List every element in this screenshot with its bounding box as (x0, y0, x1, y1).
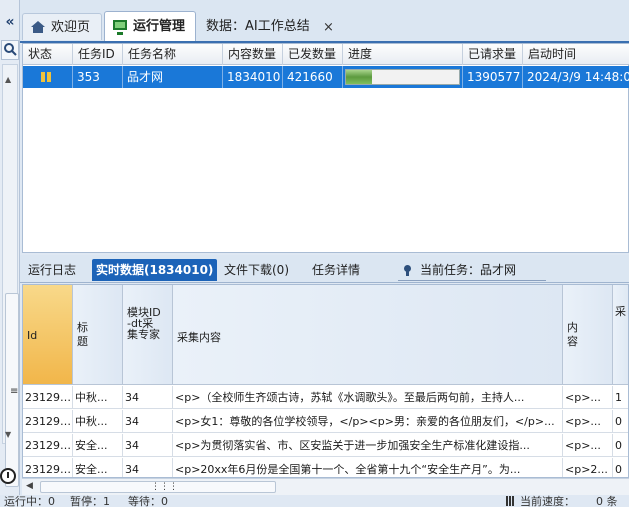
start-time-cell: 2024/3/9 14:48:09 (527, 70, 629, 84)
task-progress-bar (345, 69, 460, 85)
row-content2-cell: <p>... (563, 410, 613, 433)
task-grid-header: 状态 任务ID 任务名称 内容数量 已发数量 进度 已请求量 启动时间 (23, 44, 629, 65)
col-extra[interactable]: 采 (613, 285, 628, 385)
row-content-cell: <p>（全校师生齐颂古诗，苏轼《水调歌头》。至最后两句前，主持人... (173, 386, 563, 409)
status-running: 运行中：0 (4, 495, 55, 507)
sent-count-cell: 421660 (283, 66, 343, 88)
current-task-label: 当前任务：品才网 (398, 259, 546, 281)
scroll-grip-icon: ≡ (10, 386, 19, 397)
tab-run-log[interactable]: 运行日志 (28, 259, 76, 281)
status-waiting: 等待：0 (128, 495, 168, 507)
col-extra-label: 采 (615, 305, 626, 318)
speed-icon (506, 496, 514, 506)
tab-data-label: 数据：AI工作总结 (206, 19, 310, 34)
tab-realtime-data[interactable]: 实时数据(1834010) (92, 259, 218, 281)
col-module-label: 模块ID-dt采集专家 (127, 306, 161, 341)
clock-icon[interactable] (0, 468, 16, 484)
col-task-name[interactable]: 任务名称 (123, 44, 223, 65)
col-status[interactable]: 状态 (23, 44, 73, 65)
tab-file-download[interactable]: 文件下载(0) (224, 259, 289, 281)
tab-close-icon[interactable]: × (323, 20, 334, 35)
left-scrollbar[interactable]: ≡ (2, 64, 19, 487)
left-scrollbar-thumb[interactable]: ≡ (5, 293, 19, 487)
col-start-time[interactable]: 启动时间 (523, 44, 629, 65)
col-title-label: 标题 (77, 321, 88, 348)
row-module-cell: 34 (123, 434, 173, 457)
collapse-chevron-icon[interactable]: « (2, 14, 18, 30)
row-content2-cell: <p>... (563, 434, 613, 457)
table-row[interactable]: 2312934 安全... 34 <p>为贯彻落实省、市、区安监关于进一步加强安全生产… (23, 434, 628, 457)
search-icon[interactable] (1, 40, 19, 60)
col-requested[interactable]: 已请求量 (463, 44, 523, 65)
task-progress-fill (346, 70, 372, 84)
task-name-cell: 品才网 (123, 66, 223, 88)
home-icon (31, 21, 45, 33)
detail-tab-strip: 运行日志 实时数据(1834010) 文件下载(0) 任务详情 当前任务：品才网 (20, 255, 629, 283)
document-tab-bar: 欢迎页 运行管理 数据：AI工作总结 × (20, 0, 629, 42)
row-title-cell: 安全... (73, 434, 123, 457)
col-progress[interactable]: 进度 (343, 44, 463, 65)
scroll-up-arrow-icon[interactable]: ▲ (5, 75, 11, 84)
row-id-cell: 2312936 (23, 386, 73, 409)
task-id-cell: 353 (73, 66, 123, 88)
row-extra-cell: 0 (613, 410, 628, 433)
row-content-cell: <p>为贯彻落实省、市、区安监关于进一步加强安全生产标准化建设指... (173, 434, 563, 457)
row-title-cell: 中秋... (73, 410, 123, 433)
row-module-cell: 34 (123, 386, 173, 409)
col-content[interactable]: 采集内容 (173, 285, 563, 385)
tab-welcome-label: 欢迎页 (51, 20, 91, 35)
row-extra-cell: 0 (613, 434, 628, 457)
horizontal-scrollbar[interactable]: ◀ ⋮⋮⋮ (22, 478, 629, 495)
col-task-id[interactable]: 任务ID (73, 44, 123, 65)
status-speed-value: 0 条 (596, 495, 618, 507)
tab-welcome[interactable]: 欢迎页 (22, 13, 102, 40)
left-panel-strip: « ≡ ▲ ▼ (0, 0, 20, 507)
row-extra-cell: 0 (613, 458, 628, 477)
content-count-cell: 1834010 (223, 66, 283, 88)
row-extra-cell: 1 (613, 386, 628, 409)
row-content-cell: <p>女1：尊敬的各位学校领导，</p><p>男：亲爱的各位朋友们，</p>..… (173, 410, 563, 433)
row-title-cell: 安全... (73, 458, 123, 477)
requested-cell: 1390577 (463, 66, 523, 88)
row-module-cell: 34 (123, 410, 173, 433)
table-row[interactable]: 2312931 安全... 34 <p>20xx年6月份是全国第十一个、全省第十九个“… (23, 458, 628, 477)
row-id-cell: 2312934 (23, 434, 73, 457)
col-title[interactable]: 标题 (73, 285, 123, 385)
status-speed: 当前速度： (520, 495, 575, 507)
table-row[interactable]: 2312935 中秋... 34 <p>女1：尊敬的各位学校领导，</p><p>男：亲… (23, 410, 628, 433)
task-status-cell (23, 66, 73, 88)
col-id-label: Id (27, 329, 38, 342)
row-title-cell: 中秋... (73, 386, 123, 409)
col-content2[interactable]: 内容 (563, 285, 613, 385)
task-row[interactable]: 353 品才网 1834010 421660 1390577 2024/3/9 … (23, 66, 629, 88)
row-content2-cell: <p>2... (563, 458, 613, 477)
scroll-grip-icon: ⋮⋮⋮ (151, 482, 178, 492)
scroll-left-arrow-icon[interactable]: ◀ (26, 481, 33, 491)
col-module[interactable]: 模块ID-dt采集专家 (123, 285, 173, 385)
row-module-cell: 34 (123, 458, 173, 477)
row-content2-cell: <p>... (563, 386, 613, 409)
location-pin-icon (404, 265, 411, 276)
row-id-cell: 2312931 (23, 458, 73, 477)
row-id-cell: 2312935 (23, 410, 73, 433)
monitor-icon (113, 20, 127, 35)
col-content-label: 采集内容 (177, 331, 221, 344)
col-sent-count[interactable]: 已发数量 (283, 44, 343, 65)
horizontal-scrollbar-thumb[interactable]: ⋮⋮⋮ (40, 481, 276, 493)
col-id[interactable]: Id (23, 285, 73, 385)
col-content-count[interactable]: 内容数量 (223, 44, 283, 65)
pause-icon (41, 72, 51, 82)
tab-task-details[interactable]: 任务详情 (312, 259, 360, 281)
tab-run-management-label: 运行管理 (133, 19, 186, 34)
table-row[interactable]: 2312936 中秋... 34 <p>（全校师生齐颂古诗，苏轼《水调歌头》。至最后两… (23, 386, 628, 409)
row-content-cell: <p>20xx年6月份是全国第十一个、全省第十九个“安全生产月”。为... (173, 458, 563, 477)
scroll-down-arrow-icon[interactable]: ▼ (5, 430, 11, 439)
tab-run-management[interactable]: 运行管理 (104, 11, 196, 42)
status-bar: 运行中：0 暂停：1 等待：0 当前速度： 0 条 (0, 495, 629, 507)
status-paused: 暂停：1 (70, 495, 110, 507)
task-grid[interactable]: 状态 任务ID 任务名称 内容数量 已发数量 进度 已请求量 启动时间 353 … (22, 43, 629, 253)
col-content2-label: 内容 (567, 321, 578, 348)
realtime-data-grid[interactable]: Id 标题 模块ID-dt采集专家 采集内容 内容 采 2312936 中秋...… (22, 284, 629, 478)
